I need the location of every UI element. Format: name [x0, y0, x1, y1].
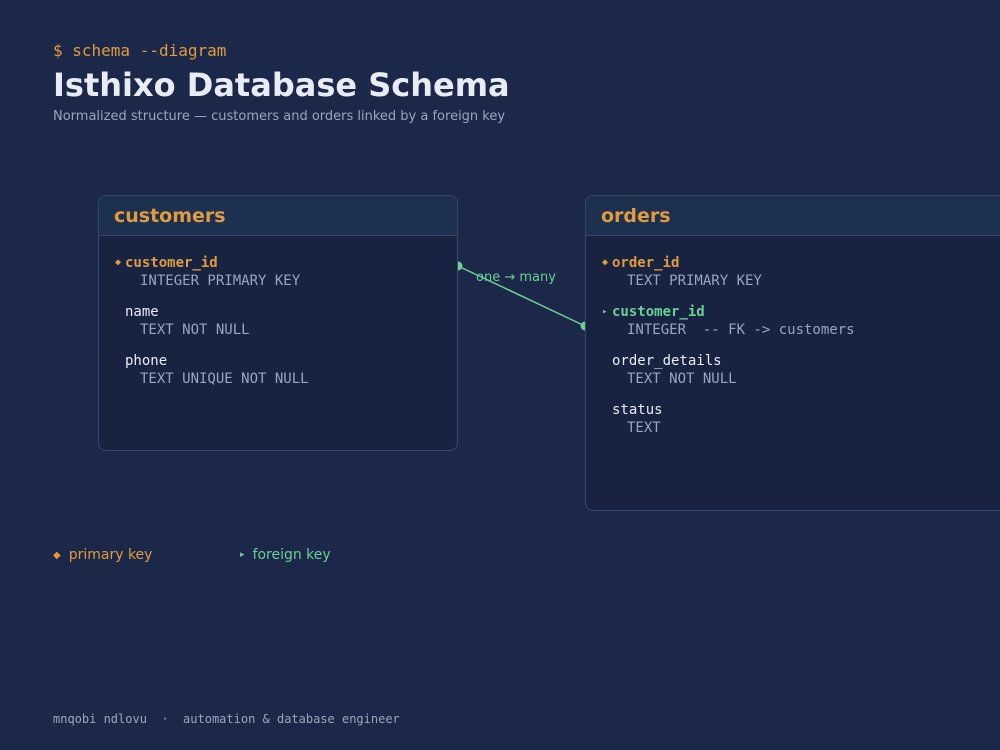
- column-type: TEXT NOT NULL: [140, 322, 250, 338]
- column-name: status: [612, 401, 663, 418]
- legend-label: primary key: [68, 547, 153, 563]
- column-phone: phone TEXT UNIQUE NOT NULL: [99, 351, 457, 389]
- primary-key-icon: ◆: [53, 549, 61, 561]
- column-name: customer_id: [612, 303, 705, 320]
- column-type: TEXT PRIMARY KEY: [627, 273, 762, 289]
- footer-credit: mnqobi ndlovu · automation & database en…: [53, 712, 400, 726]
- primary-key-icon: ◆: [602, 257, 609, 268]
- column-name: order_id: [612, 254, 680, 271]
- column-name-field: name TEXT NOT NULL: [99, 302, 457, 340]
- column-type: TEXT: [627, 420, 661, 436]
- column-name: name: [125, 303, 159, 320]
- table-header: orders: [586, 196, 1000, 236]
- legend-label: foreign key: [252, 547, 331, 563]
- column-order-details: order_details TEXT NOT NULL: [586, 351, 1000, 389]
- column-type: INTEGER -- FK -> customers: [627, 322, 855, 338]
- table-name: customers: [114, 204, 226, 227]
- primary-key-icon: ◆: [115, 257, 122, 268]
- column-customer-id-fk: ▸ customer_id INTEGER -- FK -> customers: [586, 302, 1000, 340]
- column-type: TEXT NOT NULL: [627, 371, 737, 387]
- column-status: status TEXT: [586, 400, 1000, 438]
- legend-foreign-key: ▸ foreign key: [240, 547, 331, 563]
- table-header: customers: [99, 196, 457, 236]
- table-name: orders: [601, 204, 671, 227]
- column-type: INTEGER PRIMARY KEY: [140, 273, 301, 289]
- foreign-key-icon: ▸: [602, 306, 608, 317]
- customers-table: customers ◆ customer_id INTEGER PRIMARY …: [98, 195, 458, 451]
- column-customer-id: ◆ customer_id INTEGER PRIMARY KEY: [99, 253, 457, 291]
- column-name: customer_id: [125, 254, 218, 271]
- orders-table: orders ◆ order_id TEXT PRIMARY KEY ▸ cus…: [585, 195, 1000, 511]
- column-order-id: ◆ order_id TEXT PRIMARY KEY: [586, 253, 1000, 291]
- column-name: order_details: [612, 352, 722, 369]
- legend-primary-key: ◆ primary key: [53, 547, 152, 563]
- schema-diagram-page: $ schema --diagram Isthixo Database Sche…: [0, 0, 1000, 750]
- column-list: ◆ order_id TEXT PRIMARY KEY ▸ customer_i…: [586, 236, 1000, 438]
- column-list: ◆ customer_id INTEGER PRIMARY KEY name T…: [99, 236, 457, 389]
- foreign-key-icon: ▸: [240, 550, 245, 560]
- column-name: phone: [125, 352, 168, 369]
- relationship-label: one → many: [476, 270, 556, 285]
- column-type: TEXT UNIQUE NOT NULL: [140, 371, 309, 387]
